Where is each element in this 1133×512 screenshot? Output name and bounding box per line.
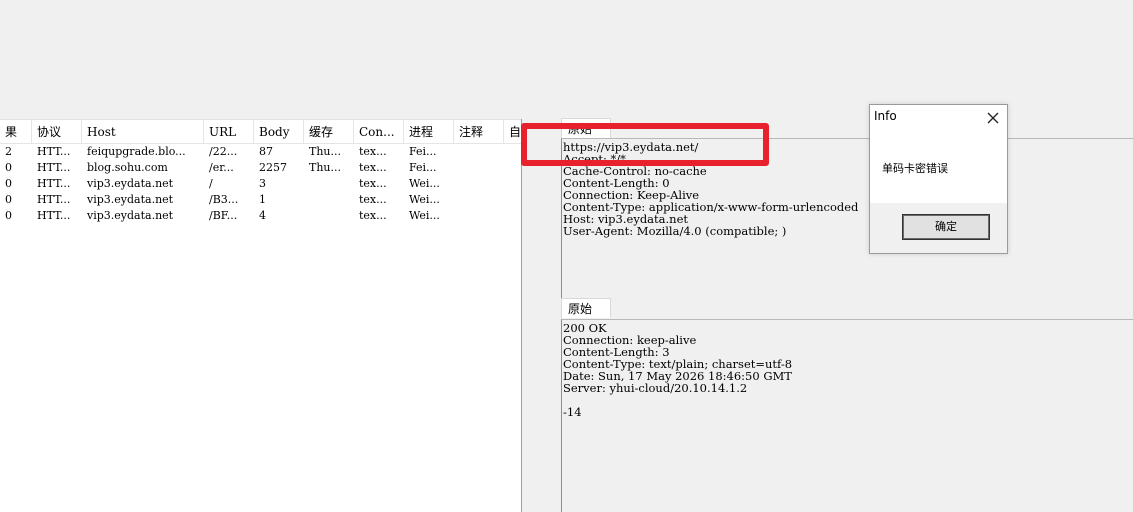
highlight-box — [521, 123, 769, 166]
cell-content-type: tex... — [359, 161, 387, 174]
cell-content-type: tex... — [359, 209, 387, 222]
session-list: 果 协议 Host URL Body 缓存 Con... 进程 注释 自 2 H… — [0, 119, 521, 512]
cell-content-type: tex... — [359, 145, 387, 158]
table-row[interactable]: 0 HTT... vip3.eydata.net /BF... 4 tex...… — [0, 208, 521, 224]
dialog-message: 单码卡密错误 — [882, 162, 948, 175]
table-row[interactable]: 0 HTT... vip3.eydata.net / 3 tex... Wei.… — [0, 176, 521, 192]
table-row[interactable]: 0 HTT... blog.sohu.com /er... 2257 Thu..… — [0, 160, 521, 176]
cell-result: 0 — [5, 177, 12, 190]
cell-protocol: HTT... — [37, 209, 71, 222]
cell-caching: Thu... — [309, 161, 341, 174]
column-header-caching[interactable]: 缓存 — [304, 120, 354, 144]
cell-process: Fei... — [409, 161, 437, 174]
table-row[interactable]: 0 HTT... vip3.eydata.net /B3... 1 tex...… — [0, 192, 521, 208]
cell-process: Fei... — [409, 145, 437, 158]
column-header-url[interactable]: URL — [204, 120, 254, 144]
cell-host: feiqupgrade.blo... — [87, 145, 186, 158]
cell-host: blog.sohu.com — [87, 161, 168, 174]
cell-protocol: HTT... — [37, 177, 71, 190]
cell-host: vip3.eydata.net — [87, 193, 174, 206]
cell-process: Wei... — [409, 177, 440, 190]
cell-url: /B3... — [209, 193, 239, 206]
cell-protocol: HTT... — [37, 193, 71, 206]
dialog-title: Info — [874, 109, 897, 123]
cell-caching — [304, 176, 354, 192]
column-header-protocol[interactable]: 协议 — [32, 120, 82, 144]
cell-protocol: HTT... — [37, 161, 71, 174]
cell-url: /BF... — [209, 209, 238, 222]
cell-process: Wei... — [409, 193, 440, 206]
column-header-content-type[interactable]: Con... — [354, 120, 404, 144]
cell-caching: Thu... — [309, 145, 341, 158]
close-icon[interactable] — [984, 109, 1002, 127]
response-raw-view[interactable]: 200 OK Connection: keep-alive Content-Le… — [561, 319, 1133, 512]
ok-button[interactable]: 确定 — [902, 214, 990, 240]
cell-process: Wei... — [409, 209, 440, 222]
cell-url: / — [209, 177, 213, 190]
cell-body: 2257 — [259, 161, 287, 174]
response-line: -14 — [563, 405, 582, 419]
session-list-header: 果 协议 Host URL Body 缓存 Con... 进程 注释 自 — [0, 119, 521, 144]
column-header-body[interactable]: Body — [254, 120, 304, 144]
cell-body: 87 — [259, 145, 273, 158]
dialog-footer: 确定 — [870, 203, 1007, 253]
cell-result: 0 — [5, 209, 12, 222]
column-header-custom[interactable]: 自 — [504, 120, 521, 144]
cell-body: 1 — [259, 193, 266, 206]
request-line: User-Agent: Mozilla/4.0 (compatible; ) — [563, 224, 787, 238]
response-line: Server: yhui-cloud/20.10.14.1.2 — [563, 381, 748, 395]
cell-content-type: tex... — [359, 177, 387, 190]
cell-url: /22... — [209, 145, 238, 158]
cell-protocol: HTT... — [37, 145, 71, 158]
column-header-result[interactable]: 果 — [0, 120, 32, 144]
response-line — [563, 394, 792, 406]
cell-host: vip3.eydata.net — [87, 209, 174, 222]
cell-host: vip3.eydata.net — [87, 177, 174, 190]
cell-body: 3 — [259, 177, 266, 190]
response-lines: 200 OK Connection: keep-alive Content-Le… — [563, 322, 792, 418]
pane-splitter[interactable] — [521, 119, 522, 512]
cell-url: /er... — [209, 161, 234, 174]
column-header-comments[interactable]: 注释 — [454, 120, 504, 144]
cell-result: 0 — [5, 161, 12, 174]
column-header-host[interactable]: Host — [82, 120, 204, 144]
info-dialog: Info 单码卡密错误 确定 — [869, 104, 1008, 254]
cell-result: 2 — [5, 145, 12, 158]
cell-caching — [304, 192, 354, 208]
cell-caching — [304, 208, 354, 224]
tab-response-raw[interactable]: 原始 — [561, 298, 611, 318]
cell-body: 4 — [259, 209, 266, 222]
cell-content-type: tex... — [359, 193, 387, 206]
table-row[interactable]: 2 HTT... feiqupgrade.blo... /22... 87 Th… — [0, 144, 521, 160]
cell-result: 0 — [5, 193, 12, 206]
column-header-process[interactable]: 进程 — [404, 120, 454, 144]
